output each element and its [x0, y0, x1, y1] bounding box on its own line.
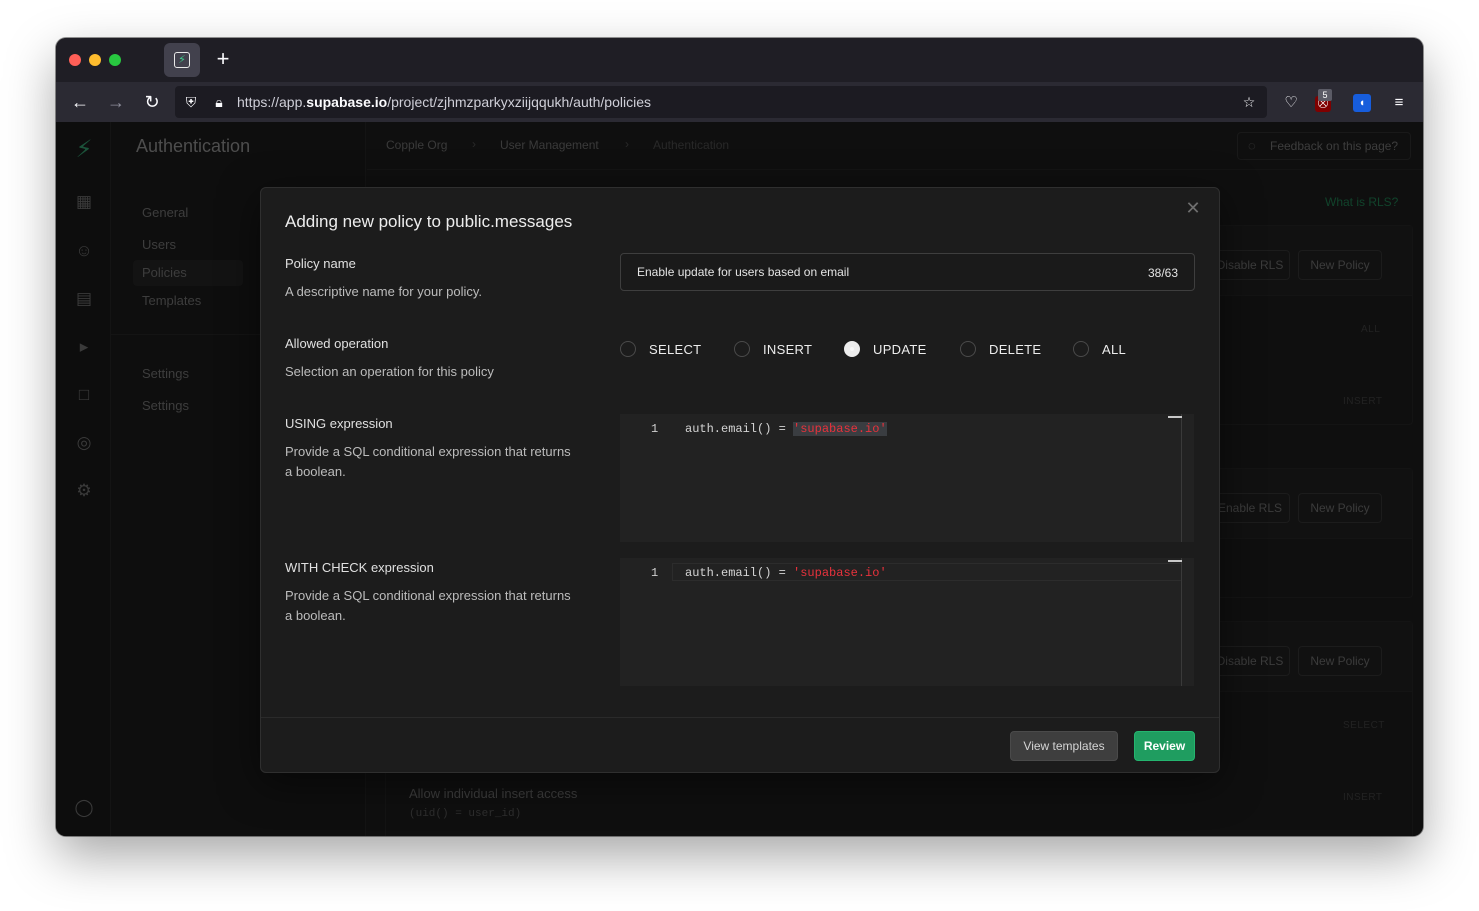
operation-description: Selection an operation for this policy	[285, 364, 494, 379]
radio-button[interactable]	[734, 341, 750, 357]
url-bar[interactable]: ⛨ 🔒︎ https://app.supabase.io/project/zjh…	[175, 86, 1267, 118]
policy-name-input[interactable]: Enable update for users based on email 3…	[620, 253, 1195, 291]
tracking-shield-icon[interactable]: ⛨	[181, 92, 201, 112]
review-button[interactable]: Review	[1134, 731, 1195, 761]
radio-button[interactable]	[620, 341, 636, 357]
radio-label: SELECT	[649, 342, 702, 357]
url-text[interactable]: https://app.supabase.io/project/zjhmzpar…	[237, 94, 651, 110]
editor-scrollbar[interactable]	[1168, 558, 1182, 686]
lock-icon[interactable]: 🔒︎	[209, 92, 229, 112]
modal-footer: View templates Review	[261, 717, 1219, 773]
with-check-sql-editor[interactable]: 1 auth.email() = 'supabase.io'	[620, 558, 1194, 686]
radio-label: UPDATE	[873, 342, 927, 357]
extension-badge: 5	[1318, 89, 1332, 101]
browser-tab-supabase[interactable]: ⚡	[164, 43, 200, 77]
line-number: 1	[651, 566, 659, 580]
radio-label: DELETE	[989, 342, 1042, 357]
close-icon[interactable]: ✕	[1183, 198, 1203, 218]
radio-label: ALL	[1102, 342, 1127, 357]
policy-name-description: A descriptive name for your policy.	[285, 284, 483, 299]
browser-window: ⚡ + ← → ↻ ⛨ 🔒︎ https://app.supabase.io/p…	[56, 38, 1423, 836]
minimize-window-button[interactable]	[89, 54, 101, 66]
reload-icon[interactable]: ↻	[140, 90, 164, 114]
with-check-description: Provide a SQL conditional expression tha…	[285, 588, 571, 623]
close-window-button[interactable]	[69, 54, 81, 66]
editor-code[interactable]: auth.email() = 'supabase.io'	[685, 422, 887, 436]
modal-title: Adding new policy to public.messages	[285, 212, 573, 231]
bookmark-star-icon[interactable]: ☆	[1239, 92, 1259, 112]
editor-scrollbar[interactable]	[1168, 414, 1182, 542]
radio-button[interactable]	[960, 341, 976, 357]
code-string: 'supabase.io'	[793, 422, 887, 436]
supabase-bolt-icon: ⚡	[174, 52, 190, 68]
with-check-label: WITH CHECK expression	[285, 560, 434, 575]
pocket-icon[interactable]: ♡	[1280, 92, 1302, 114]
code-expression: auth.email() =	[685, 566, 794, 580]
editor-gutter: 1	[620, 558, 672, 686]
policy-name-value: Enable update for users based on email	[637, 265, 850, 279]
code-string: 'supabase.io'	[793, 566, 887, 580]
hamburger-menu-icon[interactable]: ≡	[1388, 92, 1410, 114]
tab-strip: ⚡ +	[56, 38, 1423, 82]
character-count: 38/63	[1147, 266, 1178, 280]
navigation-bar: ← → ↻ ⛨ 🔒︎ https://app.supabase.io/proje…	[56, 82, 1423, 122]
new-tab-button[interactable]: +	[212, 48, 234, 70]
using-description: Provide a SQL conditional expression tha…	[285, 444, 571, 479]
bitwarden-extension-icon[interactable]: ◖	[1353, 94, 1371, 112]
radio-button[interactable]	[1073, 341, 1089, 357]
maximize-window-button[interactable]	[109, 54, 121, 66]
forward-arrow-icon[interactable]: →	[104, 90, 128, 114]
using-sql-editor[interactable]: 1 auth.email() = 'supabase.io'	[620, 414, 1194, 542]
operation-label: Allowed operation	[285, 336, 389, 351]
using-label: USING expression	[285, 416, 393, 431]
radio-button-checked[interactable]	[844, 341, 860, 357]
new-policy-modal: ✕ Adding new policy to public.messages P…	[260, 187, 1220, 773]
policy-name-label: Policy name	[285, 256, 356, 271]
view-templates-button[interactable]: View templates	[1010, 731, 1118, 761]
scroll-marker	[1168, 416, 1182, 418]
back-arrow-icon[interactable]: ←	[68, 90, 92, 114]
radio-label: INSERT	[763, 342, 813, 357]
editor-code[interactable]: auth.email() = 'supabase.io'	[685, 566, 887, 580]
code-expression: auth.email() =	[685, 422, 794, 436]
line-number: 1	[651, 422, 659, 436]
scroll-marker	[1168, 560, 1182, 562]
editor-gutter: 1	[620, 414, 672, 542]
